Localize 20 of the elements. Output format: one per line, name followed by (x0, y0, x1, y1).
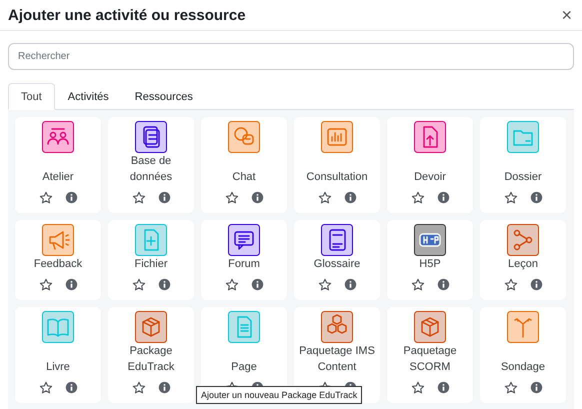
activity-name: Chat (232, 170, 256, 185)
activity-name: Leçon (508, 257, 538, 272)
activity-name: H5P (419, 257, 441, 272)
activity-name: Paquetage IMS Content (298, 344, 376, 375)
activity-name: Consultation (306, 170, 368, 185)
activity-name: Glossaire (314, 257, 360, 272)
activity-name: Livre (46, 360, 70, 375)
activity-name: Base de données (128, 154, 174, 185)
activity-name: Feedback (34, 257, 82, 272)
tooltip: Ajouter un nouveau Package EduTrack (196, 386, 362, 404)
activity-name: Devoir (414, 170, 446, 185)
activity-name: Sondage (500, 360, 546, 375)
activity-name: Atelier (42, 170, 74, 185)
activity-name: Forum (228, 257, 260, 272)
activity-name: Fichier (134, 257, 168, 272)
activity-name: Package EduTrack (126, 344, 176, 375)
dialog-title: Ajouter une activité ou ressource (8, 6, 246, 24)
activity-name: Page (231, 360, 257, 375)
activity-name: Paquetage SCORM (402, 344, 458, 375)
activity-name: Dossier (504, 170, 542, 185)
